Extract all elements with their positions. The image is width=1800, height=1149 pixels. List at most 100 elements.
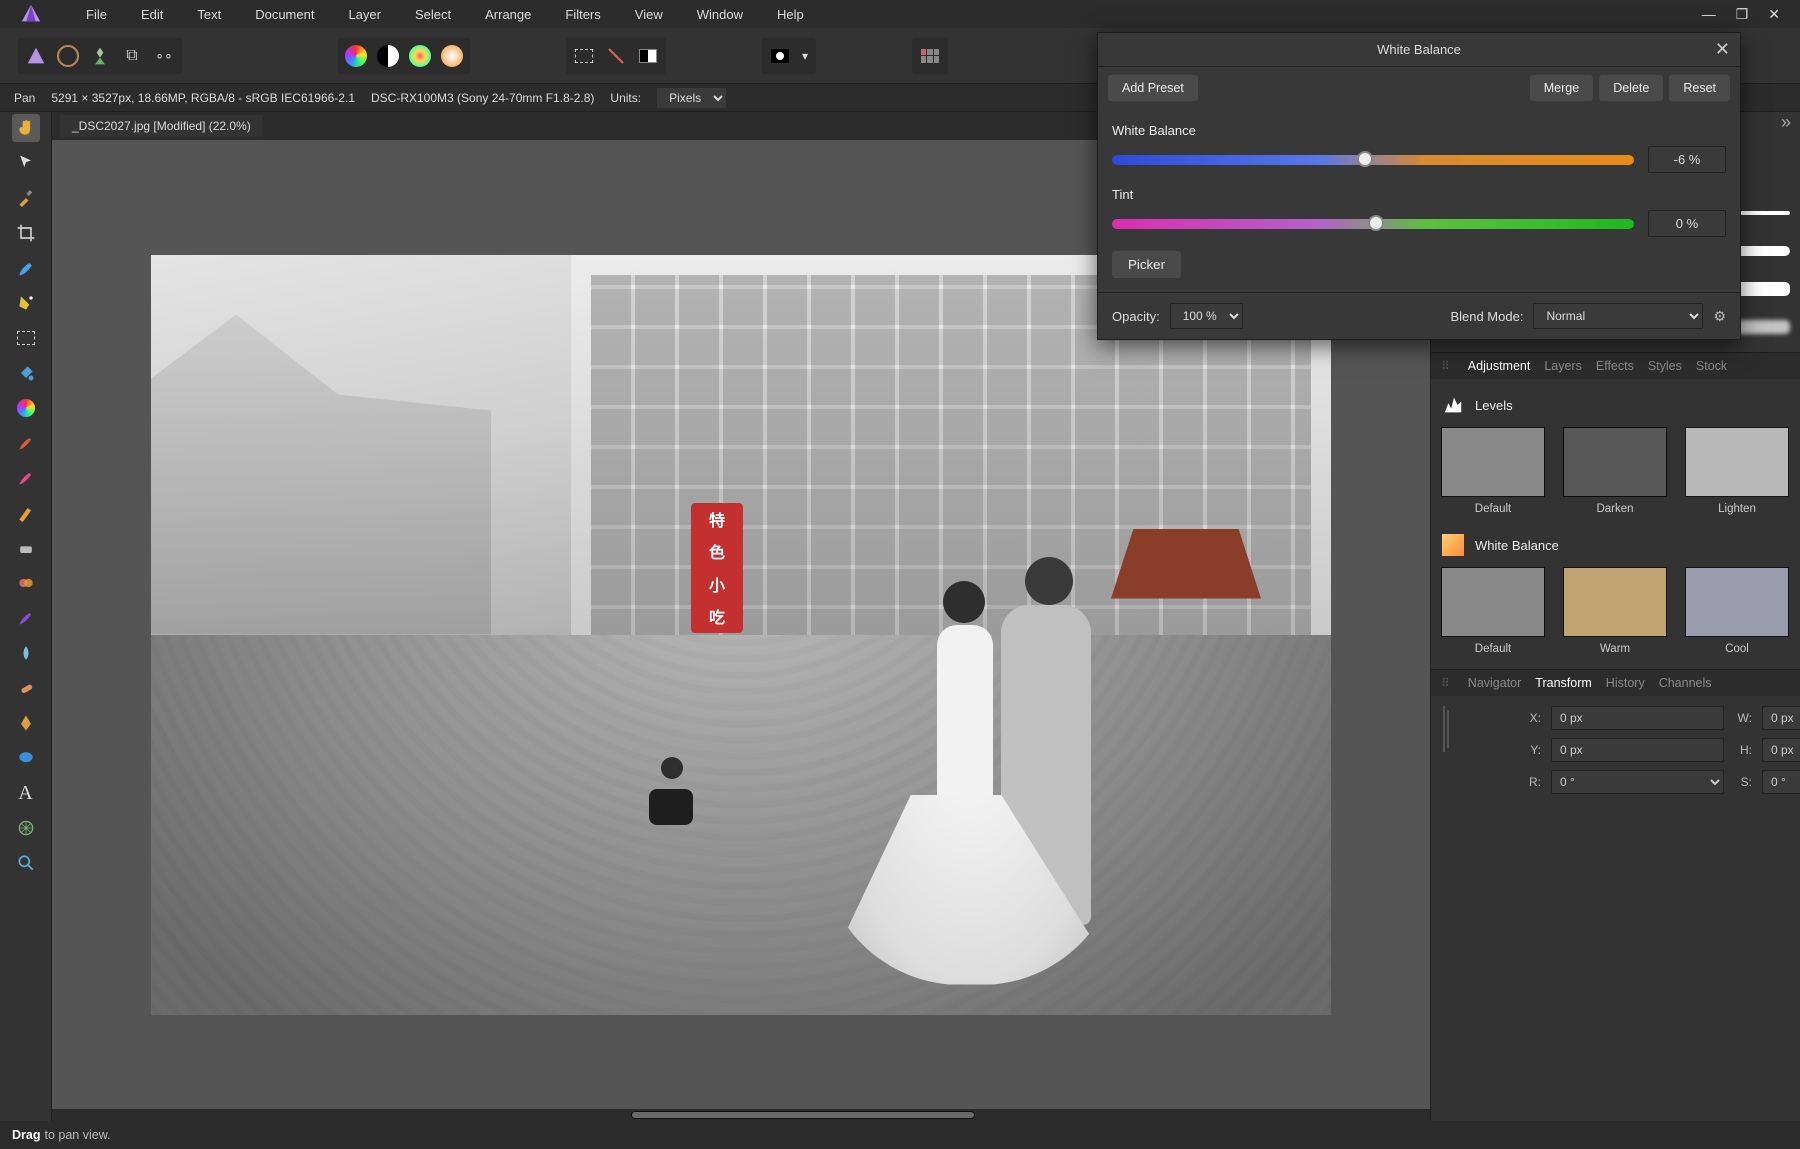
picker-button[interactable]: Picker [1112,251,1181,278]
menu-document[interactable]: Document [255,7,314,22]
mask-dropdown-icon[interactable]: ▾ [796,40,814,72]
minimize-icon[interactable]: — [1702,6,1716,23]
deselect-icon[interactable] [600,40,632,72]
tab-transform[interactable]: Transform [1535,676,1592,690]
tint-value[interactable]: 0 % [1648,210,1726,237]
transform-panel: X: W: Y: H: R: 0 ° S: 0 ° [1431,696,1800,804]
paint-brush-tool[interactable] [12,429,40,457]
wb-slider-handle[interactable] [1357,151,1373,167]
blend-mode-select[interactable]: Normal [1533,303,1703,329]
dialog-titlebar[interactable]: White Balance ✕ [1098,33,1740,67]
mesh-warp-tool[interactable] [12,814,40,842]
develop-persona-icon[interactable] [84,40,116,72]
marquee-tool[interactable] [12,324,40,352]
panel-grip-icon[interactable]: ⠿ [1441,359,1450,373]
wb-value[interactable]: -6 % [1648,146,1726,173]
photo-persona-icon[interactable] [20,40,52,72]
comment-tool[interactable] [12,744,40,772]
healing-tool[interactable] [12,674,40,702]
x-input[interactable] [1551,706,1724,730]
zoom-tool[interactable] [12,849,40,877]
h-input[interactable] [1762,738,1800,762]
menu-select[interactable]: Select [415,7,451,22]
tab-history[interactable]: History [1606,676,1645,690]
auto-wb-icon[interactable] [436,40,468,72]
add-preset-button[interactable]: Add Preset [1108,75,1198,101]
tab-channels[interactable]: Channels [1659,676,1712,690]
r-input[interactable]: 0 ° [1551,770,1724,794]
y-input[interactable] [1551,738,1724,762]
menu-arrange[interactable]: Arrange [485,7,531,22]
levels-preset-darken[interactable]: Darken [1563,427,1667,515]
menu-file[interactable]: File [86,7,107,22]
document-tab[interactable]: _DSC2027.jpg [Modified] (22.0%) [60,115,263,137]
color-picker-tool[interactable] [12,184,40,212]
pen-tool[interactable] [12,709,40,737]
hand-tool[interactable] [12,114,40,142]
w-label: W: [1734,711,1752,725]
panel-overflow-icon[interactable]: » [1772,112,1800,140]
menu-layer[interactable]: Layer [348,7,381,22]
close-icon[interactable]: ✕ [1768,6,1780,23]
flood-fill-tool[interactable] [12,359,40,387]
transform-anchor[interactable] [1443,706,1445,752]
wb-preset-cool[interactable]: Cool [1685,567,1789,655]
tab-navigator[interactable]: Navigator [1468,676,1522,690]
move-tool[interactable] [12,149,40,177]
auto-contrast-icon[interactable] [372,40,404,72]
menu-help[interactable]: Help [777,7,804,22]
levels-preset-default[interactable]: Default [1441,427,1545,515]
tab-adjustment[interactable]: Adjustment [1468,359,1531,373]
clone-tool[interactable] [12,569,40,597]
levels-preset-lighten[interactable]: Lighten [1685,427,1789,515]
auto-colors-icon[interactable] [404,40,436,72]
tone-map-persona-icon[interactable]: ⧉ [116,40,148,72]
gradient-tool[interactable] [12,394,40,422]
maximize-icon[interactable]: ❐ [1736,6,1749,23]
quick-mask-icon[interactable] [764,40,796,72]
wb-preset-warm[interactable]: Warm [1563,567,1667,655]
auto-levels-icon[interactable] [340,40,372,72]
tint-slider-handle[interactable] [1368,215,1384,231]
dodge-tool[interactable] [12,639,40,667]
white-balance-icon [1441,533,1465,557]
panel-grip-icon[interactable]: ⠿ [1441,676,1450,690]
tab-styles[interactable]: Styles [1648,359,1682,373]
horizontal-scrollbar[interactable] [52,1109,1430,1121]
flood-select-tool[interactable] [12,289,40,317]
delete-button[interactable]: Delete [1599,75,1663,101]
merge-button[interactable]: Merge [1530,75,1593,101]
tab-layers[interactable]: Layers [1544,359,1582,373]
selection-brush-tool[interactable] [12,254,40,282]
wb-slider[interactable] [1112,155,1634,165]
liquify-persona-icon[interactable] [52,40,84,72]
menu-text[interactable]: Text [197,7,221,22]
reset-button[interactable]: Reset [1669,75,1730,101]
gear-icon[interactable]: ⚙ [1713,308,1726,325]
opacity-select[interactable]: 100 % [1170,303,1243,329]
s-input[interactable]: 0 ° [1762,770,1800,794]
wb-header[interactable]: White Balance [1441,533,1790,557]
w-input[interactable] [1762,706,1800,730]
menu-view[interactable]: View [635,7,663,22]
paint-mixer-tool[interactable] [12,464,40,492]
inpaint-tool[interactable] [12,604,40,632]
export-persona-icon[interactable]: ∘∘ [148,40,180,72]
tab-effects[interactable]: Effects [1596,359,1634,373]
marquee-icon[interactable] [568,40,600,72]
levels-header[interactable]: Levels [1441,393,1790,417]
dialog-close-icon[interactable]: ✕ [1715,39,1730,60]
tab-stock[interactable]: Stock [1696,359,1727,373]
arrange-icon[interactable] [912,38,948,74]
menu-filters[interactable]: Filters [565,7,600,22]
text-tool[interactable]: A [12,779,40,807]
erase-tool[interactable] [12,534,40,562]
tint-slider[interactable] [1112,219,1634,229]
units-select[interactable]: Pixels [657,88,726,108]
menu-window[interactable]: Window [697,7,743,22]
pixel-tool[interactable] [12,499,40,527]
menu-edit[interactable]: Edit [141,7,163,22]
wb-preset-default[interactable]: Default [1441,567,1545,655]
invert-icon[interactable] [632,40,664,72]
crop-tool[interactable] [12,219,40,247]
